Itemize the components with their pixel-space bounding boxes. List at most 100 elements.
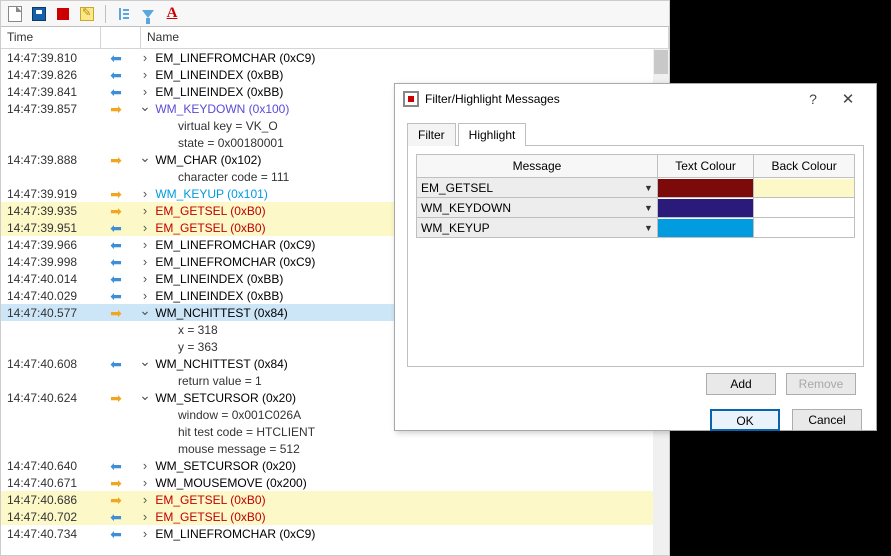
- direction-arrow-icon: ➡: [96, 476, 136, 490]
- scrollbar-thumb[interactable]: [654, 50, 668, 74]
- chevron-down-icon[interactable]: ▼: [644, 223, 653, 233]
- save-icon[interactable]: [29, 4, 49, 24]
- chevron-right-icon[interactable]: [138, 288, 152, 303]
- highlight-row[interactable]: WM_KEYUP▼: [417, 218, 855, 238]
- chevron-right-icon[interactable]: [138, 526, 152, 541]
- cell-time: 14:47:39.857: [1, 102, 96, 116]
- text-colour-swatch[interactable]: [658, 199, 753, 217]
- chevron-right-icon[interactable]: [138, 186, 152, 201]
- direction-arrow-icon: ➡: [96, 306, 136, 320]
- col-time-header[interactable]: Time: [1, 27, 101, 48]
- message-row[interactable]: 14:47:40.640⬅ WM_SETCURSOR (0x20): [1, 457, 669, 474]
- col-textcolour[interactable]: Text Colour: [657, 155, 753, 178]
- cell-name: EM_LINEINDEX (0xBB): [136, 67, 669, 82]
- cell-time: 14:47:40.686: [1, 493, 96, 507]
- cell-time: 14:47:40.671: [1, 476, 96, 490]
- cell-time: 14:47:39.935: [1, 204, 96, 218]
- message-row[interactable]: 14:47:39.810⬅ EM_LINEFROMCHAR (0xC9): [1, 49, 669, 66]
- message-row[interactable]: 14:47:39.826⬅ EM_LINEINDEX (0xBB): [1, 66, 669, 83]
- chevron-right-icon[interactable]: [138, 220, 152, 235]
- message-row[interactable]: 14:47:40.686➡ EM_GETSEL (0xB0): [1, 491, 669, 508]
- highlight-row[interactable]: EM_GETSEL▼: [417, 178, 855, 198]
- back-colour-swatch[interactable]: [754, 219, 854, 237]
- direction-arrow-icon: ⬅: [96, 289, 136, 303]
- chevron-down-icon[interactable]: [138, 100, 152, 117]
- chevron-right-icon[interactable]: [138, 254, 152, 269]
- tab-highlight[interactable]: Highlight: [458, 123, 527, 146]
- annotate-icon[interactable]: [77, 4, 97, 24]
- highlight-text-icon[interactable]: A: [162, 4, 182, 24]
- dialog-icon: [403, 91, 419, 107]
- message-dropdown[interactable]: EM_GETSEL▼: [417, 178, 657, 197]
- direction-arrow-icon: ⬅: [96, 510, 136, 524]
- back-colour-swatch[interactable]: [754, 179, 854, 197]
- text-colour-swatch[interactable]: [658, 219, 753, 237]
- cell-name: EM_GETSEL (0xB0): [136, 492, 669, 507]
- text-colour-swatch[interactable]: [658, 179, 753, 197]
- cell-time: 14:47:39.951: [1, 221, 96, 235]
- col-backcolour[interactable]: Back Colour: [754, 155, 855, 178]
- direction-arrow-icon: ⬅: [96, 527, 136, 541]
- chevron-right-icon[interactable]: [138, 271, 152, 286]
- chevron-right-icon[interactable]: [138, 203, 152, 218]
- message-dropdown[interactable]: WM_KEYUP▼: [417, 218, 657, 237]
- cell-name: EM_GETSEL (0xB0): [136, 509, 669, 524]
- cell-time: 14:47:40.014: [1, 272, 96, 286]
- cell-time: 14:47:39.919: [1, 187, 96, 201]
- chevron-right-icon[interactable]: [138, 84, 152, 99]
- detail-row[interactable]: mouse message = 512: [1, 440, 669, 457]
- cell-time: 14:47:40.640: [1, 459, 96, 473]
- chevron-right-icon[interactable]: [138, 67, 152, 82]
- chevron-down-icon[interactable]: [138, 389, 152, 406]
- tree-icon[interactable]: [114, 4, 134, 24]
- chevron-right-icon[interactable]: [138, 50, 152, 65]
- direction-arrow-icon: ⬅: [96, 357, 136, 371]
- col-dir-header[interactable]: [101, 27, 141, 48]
- cancel-button[interactable]: Cancel: [792, 409, 862, 431]
- filter-icon[interactable]: [138, 4, 158, 24]
- direction-arrow-icon: ➡: [96, 153, 136, 167]
- message-dropdown[interactable]: WM_KEYDOWN▼: [417, 198, 657, 217]
- dialog-title: Filter/Highlight Messages: [425, 92, 798, 106]
- cell-name: WM_MOUSEMOVE (0x200): [136, 475, 669, 490]
- chevron-down-icon[interactable]: [138, 304, 152, 321]
- chevron-right-icon[interactable]: [138, 509, 152, 524]
- chevron-right-icon[interactable]: [138, 237, 152, 252]
- close-button[interactable]: ✕: [828, 90, 868, 108]
- direction-arrow-icon: ⬅: [96, 459, 136, 473]
- chevron-down-icon[interactable]: [138, 151, 152, 168]
- cell-time: 14:47:39.841: [1, 85, 96, 99]
- cell-time: 14:47:39.888: [1, 153, 96, 167]
- chevron-right-icon[interactable]: [138, 458, 152, 473]
- cell-time: 14:47:40.624: [1, 391, 96, 405]
- tab-filter[interactable]: Filter: [407, 123, 456, 146]
- filter-highlight-dialog: Filter/Highlight Messages ? ✕ Filter Hig…: [394, 83, 877, 431]
- help-button[interactable]: ?: [798, 91, 828, 107]
- chevron-down-icon[interactable]: ▼: [644, 183, 653, 193]
- message-row[interactable]: 14:47:40.734⬅ EM_LINEFROMCHAR (0xC9): [1, 525, 669, 542]
- highlight-panel: Message Text Colour Back Colour EM_GETSE…: [407, 145, 864, 367]
- ok-button[interactable]: OK: [710, 409, 780, 431]
- cell-time: 14:47:40.029: [1, 289, 96, 303]
- new-icon[interactable]: [5, 4, 25, 24]
- chevron-down-icon[interactable]: [138, 355, 152, 372]
- cell-time: 14:47:40.577: [1, 306, 96, 320]
- add-button[interactable]: Add: [706, 373, 776, 395]
- remove-button[interactable]: Remove: [786, 373, 856, 395]
- col-message[interactable]: Message: [417, 155, 658, 178]
- cell-time: 14:47:40.608: [1, 357, 96, 371]
- back-colour-swatch[interactable]: [754, 199, 854, 217]
- direction-arrow-icon: ➡: [96, 391, 136, 405]
- col-name-header[interactable]: Name: [141, 27, 669, 48]
- dialog-titlebar[interactable]: Filter/Highlight Messages ? ✕: [395, 84, 876, 114]
- direction-arrow-icon: ⬅: [96, 255, 136, 269]
- stop-icon[interactable]: [53, 4, 73, 24]
- chevron-right-icon[interactable]: [138, 475, 152, 490]
- highlight-row[interactable]: WM_KEYDOWN▼: [417, 198, 855, 218]
- direction-arrow-icon: ➡: [96, 493, 136, 507]
- message-row[interactable]: 14:47:40.702⬅ EM_GETSEL (0xB0): [1, 508, 669, 525]
- chevron-right-icon[interactable]: [138, 492, 152, 507]
- direction-arrow-icon: ⬅: [96, 221, 136, 235]
- chevron-down-icon[interactable]: ▼: [644, 203, 653, 213]
- message-row[interactable]: 14:47:40.671➡ WM_MOUSEMOVE (0x200): [1, 474, 669, 491]
